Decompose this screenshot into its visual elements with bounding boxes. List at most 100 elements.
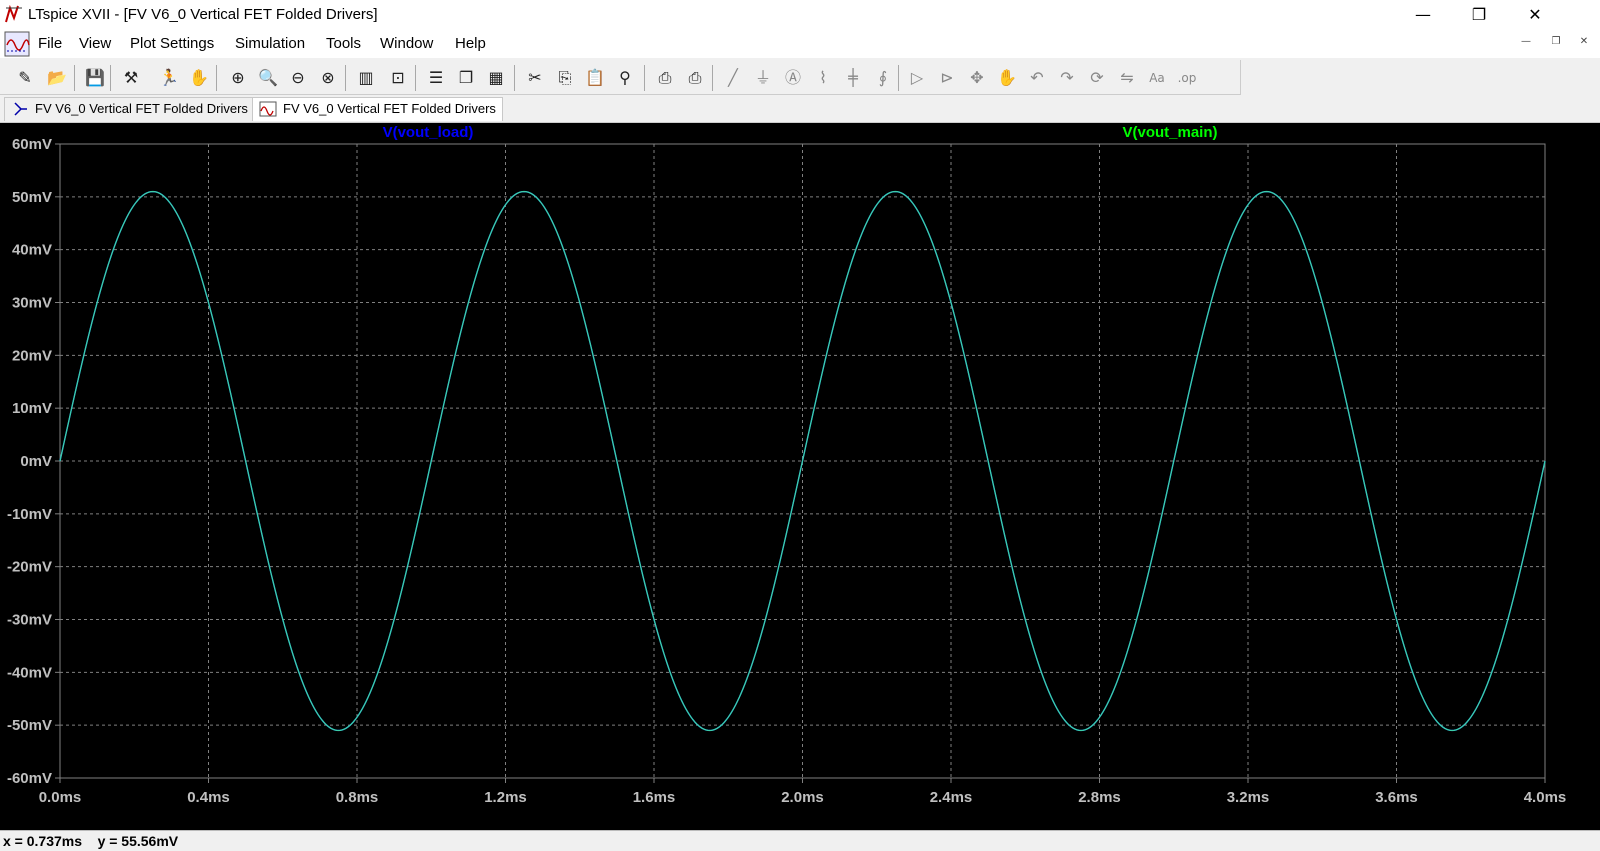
run-button[interactable]: 🏃 [156,65,182,91]
control-panel-icon: ⚒ [123,68,139,87]
x-tick-label: 2.0ms [781,789,824,806]
zoom-out-button[interactable]: ⊖ [285,65,311,91]
tab-schematic[interactable]: FV V6_0 Vertical FET Folded Drivers [4,97,255,121]
fit-button[interactable]: ⊡ [385,65,411,91]
waveform-doc-icon[interactable] [4,31,30,57]
rotate-icon: ⟳ [1090,68,1104,87]
x-tick-label: 1.2ms [484,789,527,806]
menu-tools[interactable]: Tools [326,35,361,52]
mdi-minimize-button[interactable]: — [1516,36,1536,52]
mdi-restore-button[interactable]: ❐ [1546,36,1566,52]
legend-vvout-main[interactable]: V(vout_main) [1122,124,1217,141]
save-button[interactable]: 💾 [82,65,108,91]
new-schematic-icon: ✎ [18,68,32,87]
zoom-cancel-button[interactable]: ⊗ [315,65,341,91]
label-icon: Ⓐ [784,68,801,87]
tab-waveform[interactable]: FV V6_0 Vertical FET Folded Drivers [252,97,503,121]
cascade-button[interactable]: ❐ [453,65,479,91]
zoom-area-button[interactable]: ⊕ [225,65,251,91]
tab-label: FV V6_0 Vertical FET Folded Drivers [283,101,496,116]
inductor-icon: ∮ [878,68,888,87]
toolbar-separator [898,65,899,91]
inductor-button[interactable]: ∮ [870,65,896,91]
ground-button[interactable]: ⏚ [750,65,776,91]
axis-layer: 0.0ms 0.4ms 0.8ms 1.2ms 1.6ms 2.0ms 2.4ms 2.8ms… [7,136,1566,806]
y-tick-label: -60mV [7,770,52,787]
diode-button[interactable]: ▷ [904,65,930,91]
x-tick-label: 1.6ms [633,789,676,806]
tile-horizontal-icon: ☰ [428,68,444,87]
x-tick-label: 3.2ms [1227,789,1270,806]
new-schematic-button[interactable]: ✎ [12,65,38,91]
x-tick-label: 0.0ms [39,789,82,806]
menu-bar: File View Plot Settings Simulation Tools… [0,30,1600,58]
waveform-icon [259,101,277,117]
component-icon: ⊳ [940,68,954,87]
undo-button[interactable]: ↶ [1024,65,1050,91]
move-icon: ✥ [970,68,984,87]
print-button[interactable]: ⎙ [652,65,678,91]
menu-plot-settings[interactable]: Plot Settings [130,35,214,52]
resistor-button[interactable]: ⌇ [810,65,836,91]
find-button[interactable]: ⚲ [612,65,638,91]
resistor-icon: ⌇ [819,68,827,87]
print-preview-button[interactable]: ⎙ [682,65,708,91]
paste-icon: 📋 [585,68,605,87]
component-button[interactable]: ⊳ [934,65,960,91]
tile-horizontal-button[interactable]: ☰ [423,65,449,91]
tile-vertical-button[interactable]: ▦ [483,65,509,91]
mdi-close-button[interactable]: ✕ [1574,36,1594,52]
capacitor-button[interactable]: ╪ [840,65,866,91]
copy-button[interactable]: ⎘ [552,65,578,91]
spice-directive-button[interactable]: .op [1174,65,1200,91]
document-tabs: FV V6_0 Vertical FET Folded Drivers FV V… [0,96,1600,123]
find-icon: ⚲ [619,68,631,87]
text-icon: Aa [1149,71,1165,85]
y-tick-label: -40mV [7,664,52,681]
legend-vvout-load[interactable]: V(vout_load) [383,124,474,141]
cursor-readout: x = 0.737ms y = 55.56mV [3,833,179,849]
tab-label: FV V6_0 Vertical FET Folded Drivers [35,101,248,116]
rotate-button[interactable]: ⟳ [1084,65,1110,91]
toolbar-separator [345,65,346,91]
menu-view[interactable]: View [79,35,111,52]
paste-button[interactable]: 📋 [582,65,608,91]
zoom-area-icon: ⊕ [231,68,245,87]
y-tick-label: 40mV [12,242,52,259]
text-button[interactable]: Aa [1144,65,1170,91]
mirror-button[interactable]: ⇋ [1114,65,1140,91]
maximize-button[interactable]: ❐ [1456,0,1502,30]
minimize-button[interactable]: — [1400,0,1446,30]
cut-button[interactable]: ✂ [522,65,548,91]
close-button[interactable]: ✕ [1512,0,1558,30]
drag-icon: ✋ [997,68,1017,87]
y-tick-label: -30mV [7,612,52,629]
menu-simulation[interactable]: Simulation [235,35,305,52]
menu-help[interactable]: Help [455,35,486,52]
x-tick-label: 0.8ms [336,789,379,806]
y-tick-label: 10mV [12,400,52,417]
control-panel-button[interactable]: ⚒ [118,65,144,91]
move-button[interactable]: ✥ [964,65,990,91]
redo-button[interactable]: ↷ [1054,65,1080,91]
halt-button[interactable]: ✋ [186,65,212,91]
toolbar-separator [712,65,713,91]
zoom-in-button[interactable]: 🔍 [255,65,281,91]
menu-file[interactable]: File [38,35,62,52]
cut-icon: ✂ [528,68,542,87]
y-tick-label: -10mV [7,506,52,523]
capacitor-icon: ╪ [848,68,858,87]
waveform-chart[interactable]: 0.0ms 0.4ms 0.8ms 1.2ms 1.6ms 2.0ms 2.4ms 2.8ms… [0,123,1600,830]
y-tick-label: 50mV [12,189,52,206]
title-bar: LTspice XVII - [FV V6_0 Vertical FET Fol… [0,0,1600,30]
waveform-plot-pane[interactable]: 0.0ms 0.4ms 0.8ms 1.2ms 1.6ms 2.0ms 2.4ms 2.8ms… [0,123,1600,830]
wire-button[interactable]: ╱ [720,65,746,91]
x-tick-label: 4.0ms [1524,789,1567,806]
status-bar: x = 0.737ms y = 55.56mV [0,830,1600,851]
label-button[interactable]: Ⓐ [780,65,806,91]
toolbar-separator [644,65,645,91]
autorange-button[interactable]: ▥ [353,65,379,91]
open-folder-button[interactable]: 📂 [44,65,70,91]
menu-window[interactable]: Window [380,35,433,52]
drag-button[interactable]: ✋ [994,65,1020,91]
